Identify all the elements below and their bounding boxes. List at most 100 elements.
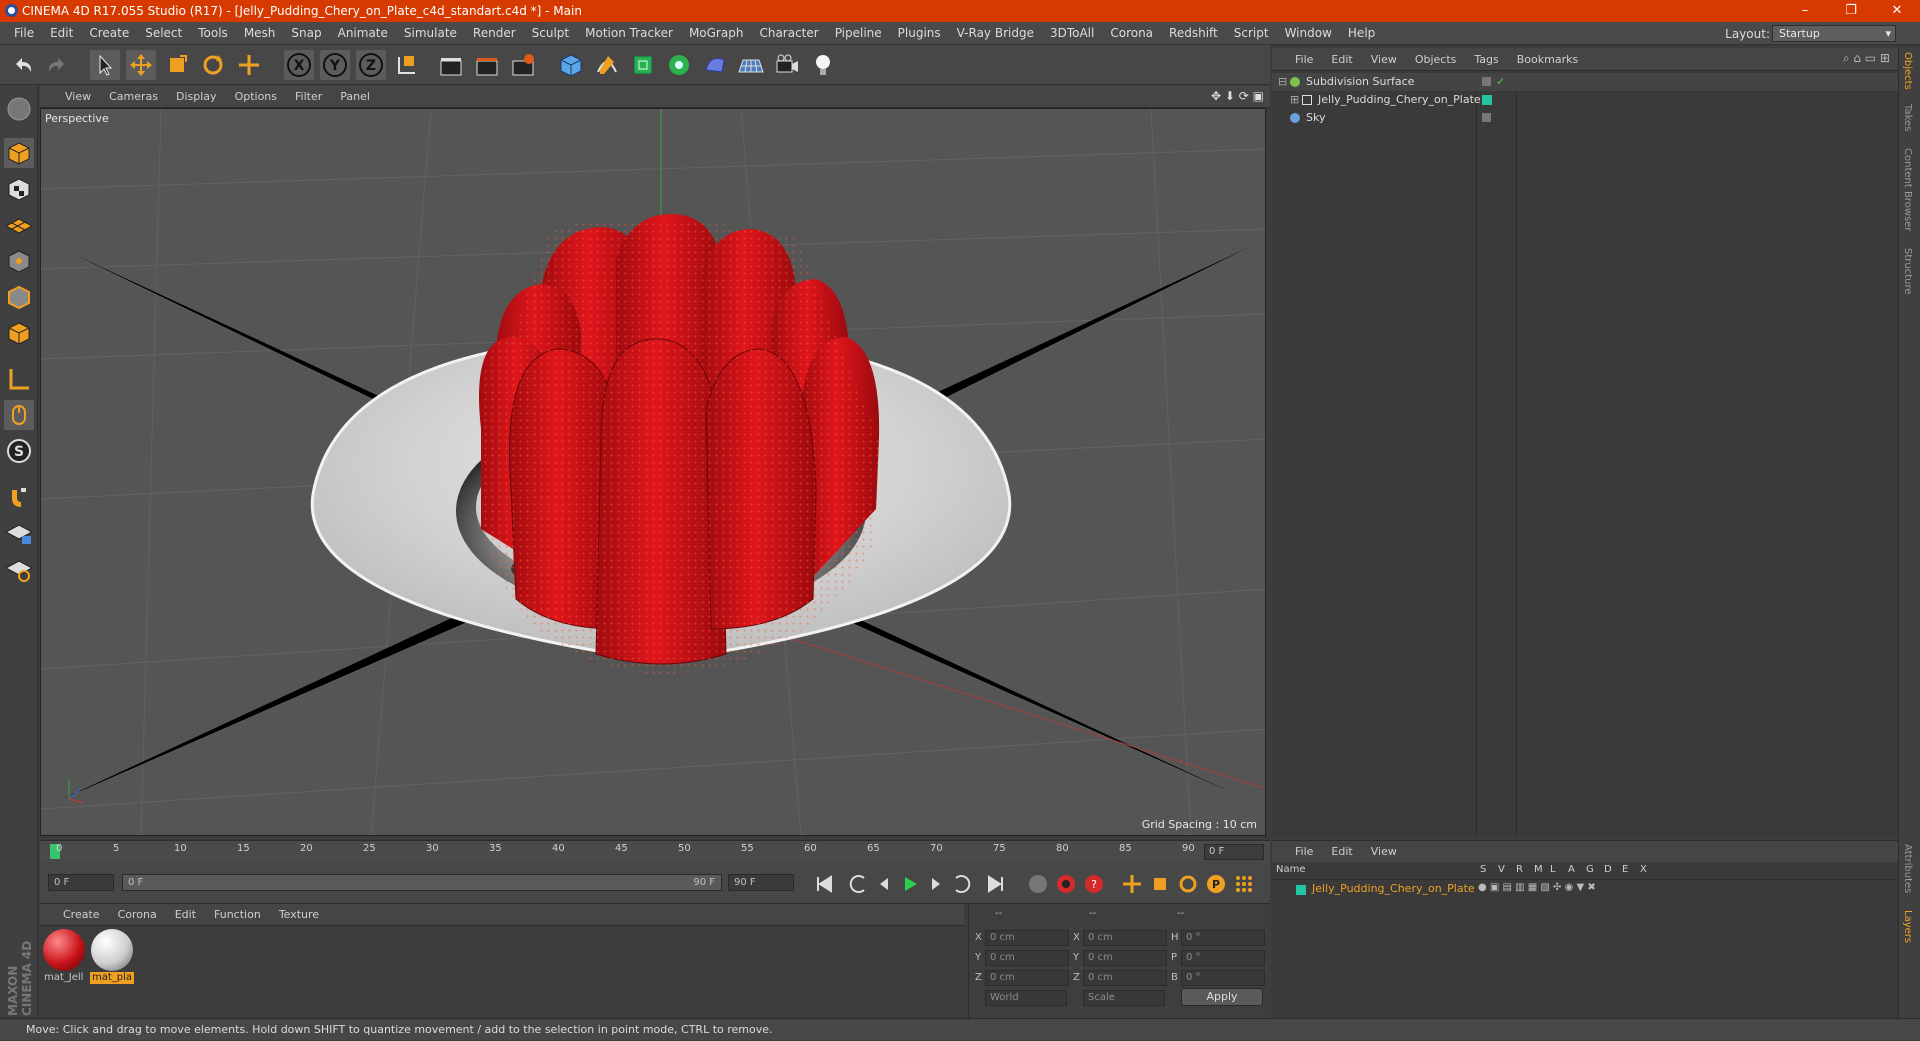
prev-frame-button[interactable] <box>872 872 896 896</box>
minimize-button[interactable]: – <box>1782 0 1828 22</box>
material-menu-function[interactable]: Function <box>205 908 270 921</box>
transform-tool-button[interactable] <box>234 50 264 80</box>
tweak-mode-button[interactable] <box>4 400 34 430</box>
viewport-menu-display[interactable]: Display <box>167 90 226 103</box>
menu-mograph[interactable]: MoGraph <box>681 26 752 40</box>
menu-help[interactable]: Help <box>1340 26 1383 40</box>
current-frame-field[interactable]: 0 F <box>1204 844 1264 860</box>
menu-render[interactable]: Render <box>465 26 524 40</box>
next-frame-button[interactable] <box>924 872 948 896</box>
perspective-viewport[interactable]: Perspective Grid Spacing : 10 cm <box>40 108 1266 836</box>
restore-button[interactable]: ❐ <box>1828 0 1874 22</box>
rotation-p-field[interactable]: 0 ° <box>1181 950 1265 966</box>
edges-mode-button[interactable] <box>4 282 34 312</box>
camera-button[interactable] <box>772 50 802 80</box>
menu-redshift[interactable]: Redshift <box>1161 26 1226 40</box>
layers-menu-edit[interactable]: Edit <box>1322 845 1361 858</box>
material-menu-create[interactable]: Create <box>54 908 109 921</box>
motion-record-button[interactable] <box>1026 872 1050 896</box>
size-x-field[interactable]: 0 cm <box>1083 930 1167 946</box>
viewport-nav-icons[interactable]: ✥ ⬇ ⟳ ▣ <box>1211 89 1264 103</box>
menu-3dtoall[interactable]: 3DToAll <box>1042 26 1102 40</box>
cloner-button[interactable] <box>664 50 694 80</box>
tab-attributes[interactable]: Attributes <box>1902 844 1913 893</box>
objects-menu-objects[interactable]: Objects <box>1406 53 1466 66</box>
coordinate-mode-select[interactable]: World <box>985 990 1067 1006</box>
objects-menu-tags[interactable]: Tags <box>1465 53 1507 66</box>
coordinate-system-button[interactable] <box>392 50 422 80</box>
edit-render-settings-button[interactable] <box>508 50 538 80</box>
start-frame-field[interactable]: 0 F <box>48 874 114 891</box>
apply-button[interactable]: Apply <box>1181 988 1263 1006</box>
z-axis-button[interactable]: Z <box>356 50 386 80</box>
objects-menu-file[interactable]: File <box>1286 53 1322 66</box>
object-row[interactable]: Sky <box>1272 109 1898 127</box>
planar-workplane-button[interactable] <box>4 554 34 584</box>
material-swatch-selected[interactable]: mat_pla <box>90 928 134 988</box>
goto-end-button[interactable] <box>984 872 1008 896</box>
cube-button[interactable] <box>556 50 586 80</box>
tab-objects[interactable]: Objects <box>1902 52 1913 90</box>
rotation-b-field[interactable]: 0 ° <box>1181 970 1265 986</box>
render-picture-viewer-button[interactable] <box>472 50 502 80</box>
menu-character[interactable]: Character <box>751 26 826 40</box>
solo-button[interactable]: S <box>4 436 34 466</box>
viewport-menu-filter[interactable]: Filter <box>286 90 331 103</box>
viewport-menu-cameras[interactable]: Cameras <box>100 90 167 103</box>
autokey-button[interactable]: ? <box>1082 872 1106 896</box>
workplane-button[interactable] <box>4 210 34 240</box>
menu-simulate[interactable]: Simulate <box>396 26 465 40</box>
search-icon[interactable]: ⌕ ⌂ ▭ ⊞ <box>1843 51 1890 66</box>
points-mode-button[interactable] <box>4 246 34 276</box>
material-menu-edit[interactable]: Edit <box>166 908 205 921</box>
objects-menu-bookmarks[interactable]: Bookmarks <box>1508 53 1587 66</box>
move-tool-button[interactable] <box>126 50 156 80</box>
material-menu-corona[interactable]: Corona <box>109 908 166 921</box>
key-pla-button[interactable] <box>1232 872 1256 896</box>
lock-workplane-button[interactable] <box>4 518 34 548</box>
layer-toggle-icons[interactable]: ● ▣ ▤ ▥ ▦ ▧ ✣ ◉ ▼ ✖ <box>1478 882 1596 893</box>
timeline-ruler[interactable]: 0 5 10 15 20 25 30 35 40 45 50 55 60 65 … <box>40 840 1270 862</box>
record-active-button[interactable] <box>1054 872 1078 896</box>
menu-pipeline[interactable]: Pipeline <box>827 26 890 40</box>
tab-structure[interactable]: Structure <box>1902 248 1913 295</box>
y-axis-button[interactable]: Y <box>320 50 350 80</box>
tab-layers[interactable]: Layers <box>1902 910 1913 943</box>
menu-corona[interactable]: Corona <box>1102 26 1161 40</box>
menu-motion-tracker[interactable]: Motion Tracker <box>577 26 681 40</box>
menu-animate[interactable]: Animate <box>330 26 396 40</box>
object-row[interactable]: ⊞ Jelly_Pudding_Chery_on_Plate <box>1272 91 1898 109</box>
undo-button[interactable] <box>8 50 38 80</box>
menu-mesh[interactable]: Mesh <box>236 26 284 40</box>
enabled-check-icon[interactable]: ✓ <box>1496 73 1505 91</box>
collapse-icon[interactable]: ⊟ <box>1278 73 1287 91</box>
prev-key-button[interactable] <box>846 872 870 896</box>
material-menu-texture[interactable]: Texture <box>270 908 328 921</box>
next-key-button[interactable] <box>950 872 974 896</box>
polygons-mode-button[interactable] <box>4 318 34 348</box>
render-view-button[interactable] <box>436 50 466 80</box>
menu-window[interactable]: Window <box>1277 26 1340 40</box>
menu-select[interactable]: Select <box>137 26 190 40</box>
position-z-field[interactable]: 0 cm <box>985 970 1069 986</box>
menu-file[interactable]: File <box>6 26 42 40</box>
position-y-field[interactable]: 0 cm <box>985 950 1069 966</box>
deformer-button[interactable] <box>700 50 730 80</box>
menu-plugins[interactable]: Plugins <box>890 26 949 40</box>
scale-tool-button[interactable] <box>162 50 192 80</box>
tab-takes[interactable]: Takes <box>1902 104 1913 131</box>
tab-content-browser[interactable]: Content Browser <box>1902 148 1913 231</box>
light-button[interactable] <box>808 50 838 80</box>
live-selection-button[interactable] <box>90 50 120 80</box>
goto-start-button[interactable] <box>812 872 836 896</box>
layers-menu-file[interactable]: File <box>1286 845 1322 858</box>
model-mode-button[interactable] <box>4 138 34 168</box>
close-button[interactable]: ✕ <box>1874 0 1920 22</box>
key-parameter-button[interactable]: P <box>1204 872 1228 896</box>
texture-mode-button[interactable] <box>4 174 34 204</box>
key-scale-button[interactable] <box>1148 872 1172 896</box>
size-mode-select[interactable]: Scale <box>1083 990 1165 1006</box>
rotation-h-field[interactable]: 0 ° <box>1181 930 1265 946</box>
objects-menu-edit[interactable]: Edit <box>1322 53 1361 66</box>
floor-button[interactable] <box>736 50 766 80</box>
